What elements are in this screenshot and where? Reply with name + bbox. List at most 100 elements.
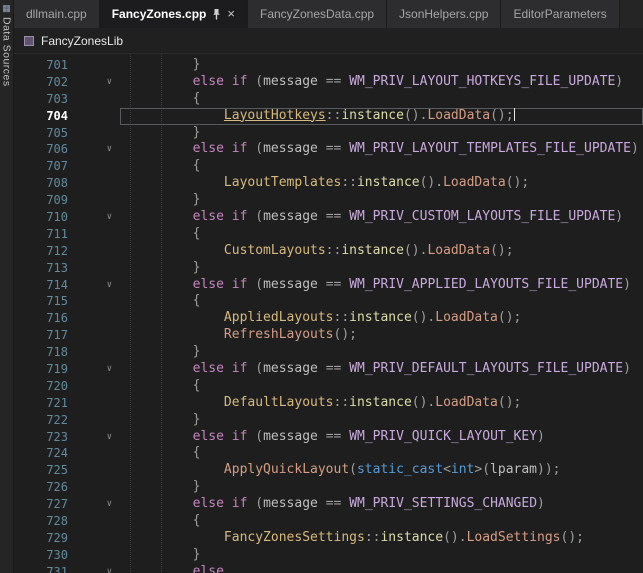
- code-token: message: [263, 74, 318, 89]
- line-number[interactable]: 727: [14, 496, 78, 513]
- code-line[interactable]: {: [120, 158, 643, 175]
- line-number[interactable]: 720: [14, 378, 78, 395]
- line-number[interactable]: 723: [14, 429, 78, 446]
- line-number[interactable]: 729: [14, 530, 78, 547]
- code-line[interactable]: }: [120, 260, 643, 277]
- side-strip: ▦ Data Sources: [0, 0, 14, 573]
- code-token: instance: [349, 395, 412, 410]
- code-line[interactable]: }: [120, 192, 643, 209]
- fold-margin: [78, 412, 120, 429]
- fold-chevron-icon[interactable]: ∨: [78, 277, 120, 294]
- line-number[interactable]: 719: [14, 361, 78, 378]
- code-line[interactable]: }: [120, 57, 643, 74]
- fold-chevron-icon[interactable]: ∨: [78, 141, 120, 158]
- code-token: if: [232, 496, 248, 511]
- line-number[interactable]: 714: [14, 277, 78, 294]
- code-line[interactable]: DefaultLayouts::instance().LoadData();: [120, 395, 643, 412]
- line-number[interactable]: 706: [14, 141, 78, 158]
- line-number[interactable]: 724: [14, 445, 78, 462]
- line-number[interactable]: 701: [14, 57, 78, 74]
- code-line[interactable]: else: [120, 564, 643, 573]
- tab-fancyzonesdata-cpp[interactable]: FancyZonesData.cpp: [248, 0, 387, 28]
- code-token: [130, 496, 193, 511]
- code-token: [224, 361, 232, 376]
- code-editor[interactable]: 701 }702∨ else if (message == WM_PRIV_LA…: [14, 54, 643, 573]
- code-line[interactable]: else if (message == WM_PRIV_DEFAULT_LAYO…: [120, 361, 643, 378]
- line-number[interactable]: 709: [14, 192, 78, 209]
- line-number[interactable]: 725: [14, 462, 78, 479]
- fold-chevron-icon[interactable]: ∨: [78, 496, 120, 513]
- side-strip-tab-data-sources[interactable]: Data Sources: [1, 17, 13, 87]
- code-token: ::: [326, 108, 342, 123]
- code-row: 725 ApplyQuickLayout(static_cast<int>(lp…: [14, 462, 643, 479]
- line-number[interactable]: 713: [14, 260, 78, 277]
- code-token: LoadSettings: [467, 530, 561, 545]
- code-token: [318, 74, 326, 89]
- fold-chevron-icon[interactable]: ∨: [78, 429, 120, 446]
- line-number[interactable]: 721: [14, 395, 78, 412]
- fold-margin: [78, 57, 120, 74]
- tab-fancyzones-cpp[interactable]: FancyZones.cpp×: [100, 0, 248, 28]
- line-number[interactable]: 708: [14, 175, 78, 192]
- code-line[interactable]: }: [120, 412, 643, 429]
- breadcrumb-project[interactable]: FancyZonesLib: [41, 34, 123, 48]
- close-icon[interactable]: ×: [227, 9, 235, 19]
- code-line[interactable]: }: [120, 547, 643, 564]
- code-line[interactable]: }: [120, 125, 643, 142]
- code-token: ();: [334, 327, 357, 342]
- code-row: 727∨ else if (message == WM_PRIV_SETTING…: [14, 496, 643, 513]
- code-line[interactable]: RefreshLayouts();: [120, 327, 643, 344]
- tab-jsonhelpers-cpp[interactable]: JsonHelpers.cpp: [387, 0, 501, 28]
- fold-chevron-icon[interactable]: ∨: [78, 361, 120, 378]
- code-token: ==: [326, 141, 342, 156]
- code-line[interactable]: else if (message == WM_PRIV_CUSTOM_LAYOU…: [120, 209, 643, 226]
- code-line[interactable]: {: [120, 293, 643, 310]
- code-line[interactable]: {: [120, 226, 643, 243]
- line-number[interactable]: 712: [14, 243, 78, 260]
- code-line[interactable]: {: [120, 378, 643, 395]
- tab-dllmain-cpp[interactable]: dllmain.cpp: [14, 0, 100, 28]
- code-line[interactable]: else if (message == WM_PRIV_QUICK_LAYOUT…: [120, 429, 643, 446]
- code-line[interactable]: else if (message == WM_PRIV_APPLIED_LAYO…: [120, 277, 643, 294]
- code-line[interactable]: CustomLayouts::instance().LoadData();: [120, 243, 643, 260]
- fold-chevron-icon[interactable]: ∨: [78, 564, 120, 573]
- line-number[interactable]: 707: [14, 158, 78, 175]
- line-number[interactable]: 731: [14, 564, 78, 573]
- tab-editorparameters[interactable]: EditorParameters: [501, 0, 619, 28]
- code-line[interactable]: FancyZonesSettings::instance().LoadSetti…: [120, 530, 643, 547]
- code-line[interactable]: else if (message == WM_PRIV_LAYOUT_HOTKE…: [120, 74, 643, 91]
- line-number[interactable]: 705: [14, 125, 78, 142]
- line-number[interactable]: 710: [14, 209, 78, 226]
- code-line[interactable]: LayoutTemplates::instance().LoadData();: [120, 175, 643, 192]
- fold-chevron-icon[interactable]: ∨: [78, 209, 120, 226]
- line-number[interactable]: 716: [14, 310, 78, 327]
- line-number[interactable]: 715: [14, 293, 78, 310]
- fold-margin: [78, 530, 120, 547]
- code-line[interactable]: ApplyQuickLayout(static_cast<int>(lparam…: [120, 462, 643, 479]
- line-number[interactable]: 717: [14, 327, 78, 344]
- line-number[interactable]: 703: [14, 91, 78, 108]
- code-line[interactable]: {: [120, 445, 643, 462]
- line-number[interactable]: 726: [14, 479, 78, 496]
- code-line[interactable]: {: [120, 91, 643, 108]
- line-number[interactable]: 704: [14, 108, 78, 125]
- line-number[interactable]: 718: [14, 344, 78, 361]
- code-line[interactable]: {: [120, 513, 643, 530]
- line-number[interactable]: 728: [14, 513, 78, 530]
- code-line[interactable]: else if (message == WM_PRIV_SETTINGS_CHA…: [120, 496, 643, 513]
- code-token: <: [443, 462, 451, 477]
- fold-chevron-icon[interactable]: ∨: [78, 74, 120, 91]
- code-line[interactable]: }: [120, 479, 643, 496]
- line-number[interactable]: 730: [14, 547, 78, 564]
- pin-icon[interactable]: [212, 8, 221, 20]
- code-line[interactable]: AppliedLayouts::instance().LoadData();: [120, 310, 643, 327]
- code-row: 722 }: [14, 412, 643, 429]
- line-number[interactable]: 702: [14, 74, 78, 91]
- line-number[interactable]: 722: [14, 412, 78, 429]
- code-line[interactable]: else if (message == WM_PRIV_LAYOUT_TEMPL…: [120, 141, 643, 158]
- code-row: 709 }: [14, 192, 643, 209]
- code-token: static_cast: [357, 462, 443, 477]
- code-line[interactable]: }: [120, 344, 643, 361]
- code-line[interactable]: LayoutHotkeys::instance().LoadData();: [120, 108, 643, 125]
- line-number[interactable]: 711: [14, 226, 78, 243]
